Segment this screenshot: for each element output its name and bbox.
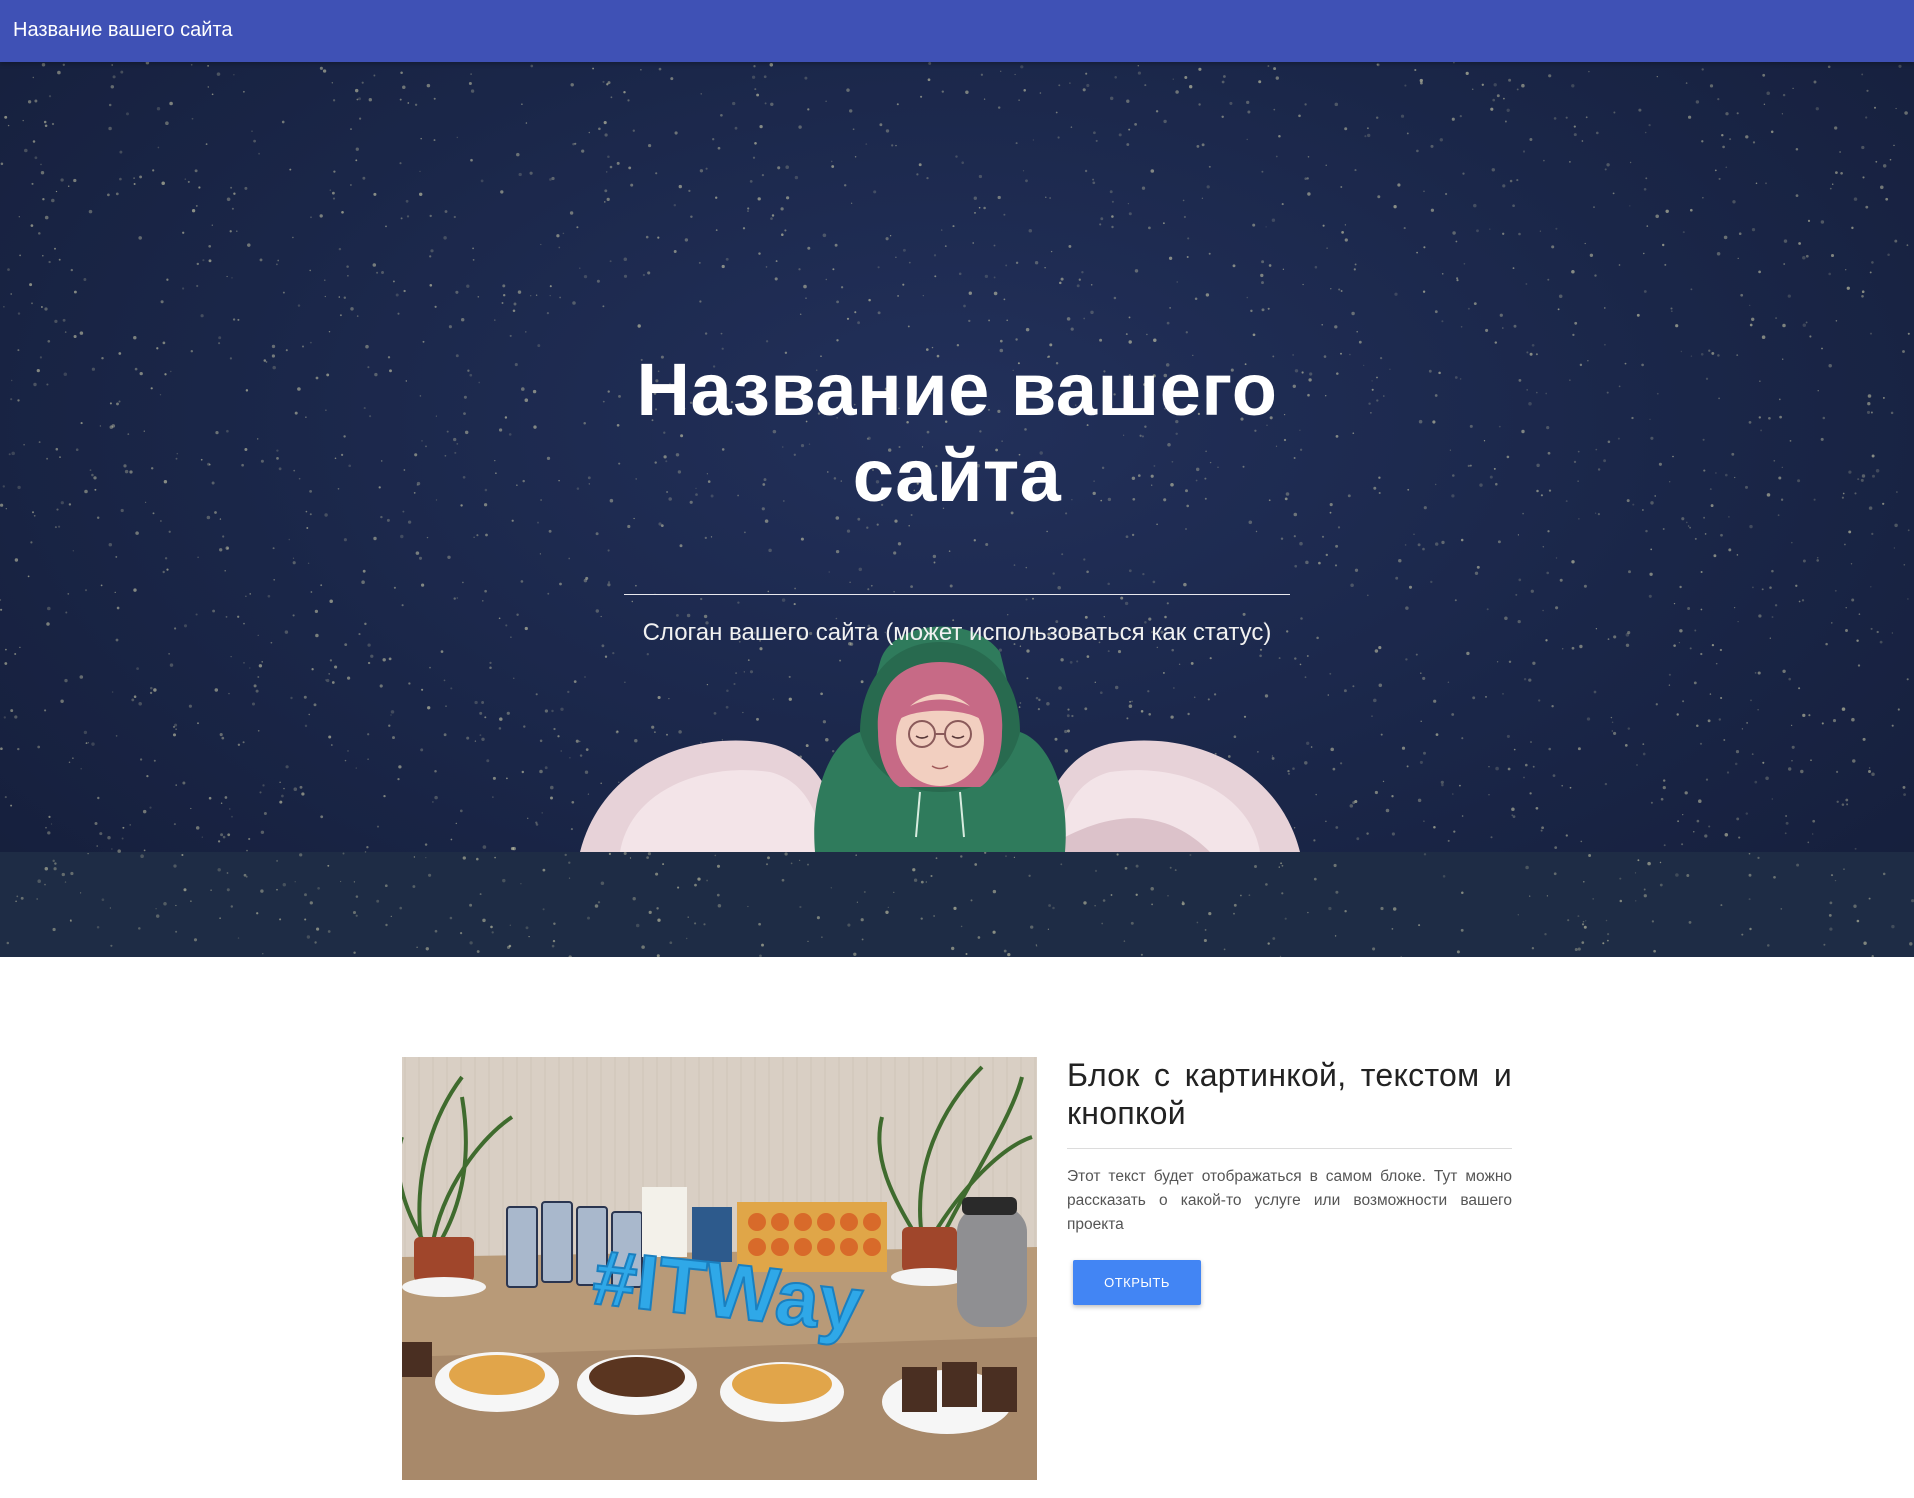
hero-title: Название вашего сайта <box>636 348 1278 517</box>
card-photo: #ITWay <box>402 1057 1037 1480</box>
hero-divider <box>624 594 1290 595</box>
card-description: Этот текст будет отображаться в самом бл… <box>1067 1168 1512 1233</box>
site-title-link[interactable]: Название вашего сайта <box>13 0 233 60</box>
top-navbar: Название вашего сайта <box>0 0 1914 62</box>
card-divider <box>1067 1148 1512 1149</box>
hero-slogan: Слоган вашего сайта (может использоватьс… <box>642 619 1272 646</box>
hero-section: Название вашего сайта Слоган вашего сайт… <box>0 62 1914 957</box>
card-title: Блок с картинкой, текстом и кнопкой <box>1067 1057 1512 1131</box>
open-button[interactable]: ОТКРЫТЬ <box>1073 1260 1201 1305</box>
girl-on-pillows-illustration <box>580 626 1300 852</box>
